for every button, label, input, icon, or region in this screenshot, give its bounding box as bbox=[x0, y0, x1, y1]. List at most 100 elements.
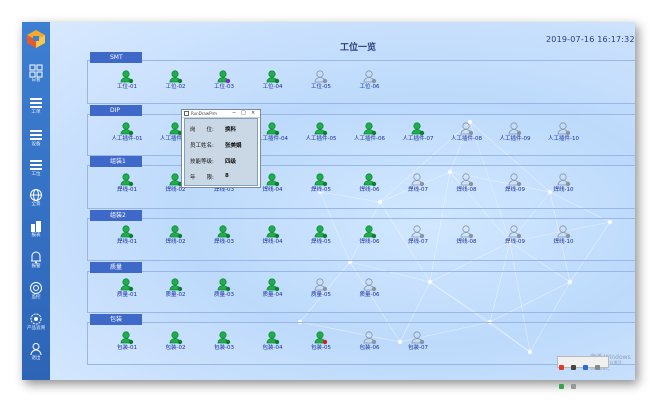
ime-mode-icon[interactable] bbox=[571, 365, 577, 370]
station-green[interactable]: 人工插件-01 bbox=[101, 122, 153, 144]
sidebar-item-5[interactable]: 全景 bbox=[22, 186, 50, 216]
employee-info-popup[interactable]: RunDrawPrm − □ × 岗 位: 换料 员工姓名: 张美娟 技能等级: 四级年 … bbox=[181, 109, 261, 188]
worker-status-icon bbox=[169, 225, 182, 239]
worker-status-icon bbox=[266, 225, 279, 239]
worker-status-icon bbox=[363, 331, 376, 345]
list-icon bbox=[30, 160, 42, 170]
station-green[interactable]: 工位-01 bbox=[101, 70, 153, 92]
target-icon bbox=[30, 282, 42, 294]
station-grey[interactable]: 焊线-07 bbox=[392, 173, 444, 195]
station-green[interactable]: 工位-02 bbox=[150, 70, 202, 92]
maximize-icon[interactable]: □ bbox=[241, 110, 246, 117]
station-grey[interactable]: 焊线-08 bbox=[441, 173, 493, 195]
station-grey[interactable]: 包装-07 bbox=[392, 331, 444, 353]
ime-keyboard-icon[interactable] bbox=[595, 365, 601, 370]
logo-icon bbox=[27, 30, 45, 48]
station-green[interactable]: 焊线-03 bbox=[198, 225, 250, 247]
worker-status-icon bbox=[460, 225, 473, 239]
station-label: 人工插件-07 bbox=[402, 136, 434, 142]
station-grey[interactable]: 包装-06 bbox=[344, 331, 396, 353]
sidebar-item-3[interactable]: 设备 bbox=[22, 126, 50, 156]
station-green[interactable]: 质量-03 bbox=[198, 278, 250, 300]
worker-status-icon bbox=[314, 173, 328, 187]
station-grey[interactable]: 质量-05 bbox=[295, 278, 347, 300]
station-green[interactable]: 焊线-01 bbox=[101, 225, 153, 247]
sidebar-item-8[interactable]: 监控 bbox=[22, 279, 50, 309]
ime-settings-icon[interactable] bbox=[571, 384, 577, 389]
worker-status-icon bbox=[314, 225, 328, 239]
ime-punct-icon[interactable] bbox=[583, 365, 589, 370]
station-green[interactable]: 焊线-05 bbox=[295, 173, 347, 195]
station-green[interactable]: 质量-01 bbox=[101, 278, 153, 300]
worker-status-icon bbox=[557, 225, 570, 239]
popup-titlebar[interactable]: RunDrawPrm − □ × bbox=[182, 110, 260, 118]
popup-field-label: 员工姓名: bbox=[190, 143, 214, 149]
sidebar-item-4[interactable]: 工位 bbox=[22, 156, 50, 186]
station-green[interactable]: 质量-02 bbox=[150, 278, 202, 300]
station-green[interactable]: 焊线-06 bbox=[344, 225, 396, 247]
station-green[interactable]: 包装-01 bbox=[101, 331, 153, 353]
popup-field-label: 技能等级: bbox=[190, 159, 214, 165]
station-grey[interactable]: 工位-06 bbox=[344, 70, 396, 92]
worker-status-icon bbox=[363, 225, 376, 239]
popup-field-value: 张美娟 bbox=[225, 143, 242, 149]
minimize-icon[interactable]: − bbox=[232, 110, 236, 117]
station-green[interactable]: 焊线-06 bbox=[344, 173, 396, 195]
station-label: 工位-05 bbox=[311, 84, 331, 90]
station-grey[interactable]: 焊线-09 bbox=[489, 173, 541, 195]
popup-body: 岗 位: 换料 员工姓名: 张美娟 技能等级: 四级年 限: 8 bbox=[184, 118, 258, 186]
station-green[interactable]: 焊线-04 bbox=[247, 225, 299, 247]
worker-status-icon bbox=[120, 70, 134, 84]
worker-status-icon bbox=[217, 225, 231, 239]
station-grey[interactable]: 焊线-09 bbox=[489, 225, 541, 247]
sidebar-item-2[interactable]: 工单 bbox=[22, 94, 50, 124]
sidebar-item-1[interactable]: 日看 bbox=[22, 62, 50, 92]
station-green[interactable]: 包装-04 bbox=[247, 331, 299, 353]
station-grey[interactable]: 人工插件-09 bbox=[489, 122, 541, 144]
station-label: 焊线-07 bbox=[408, 239, 428, 245]
station-green[interactable]: 焊线-05 bbox=[295, 225, 347, 247]
station-green[interactable]: 质量-04 bbox=[247, 278, 299, 300]
station-purple[interactable]: 工位-03 bbox=[198, 70, 250, 92]
station-grey[interactable]: 焊线-10 bbox=[538, 173, 590, 195]
station-grey[interactable]: 人工插件-08 bbox=[441, 122, 493, 144]
ime-skin-icon[interactable] bbox=[559, 384, 564, 389]
station-grey[interactable]: 工位-05 bbox=[295, 70, 347, 92]
settings-icon bbox=[30, 313, 42, 325]
station-green[interactable]: 焊线-01 bbox=[101, 173, 153, 195]
station-green[interactable]: 人工插件-06 bbox=[344, 122, 396, 144]
worker-status-icon bbox=[508, 173, 522, 187]
ime-logo-icon[interactable] bbox=[559, 365, 564, 370]
station-label: 人工插件-08 bbox=[451, 136, 482, 142]
sidebar-item-10[interactable]: 退出 bbox=[22, 340, 50, 370]
sidebar-item-label: 监控 bbox=[31, 295, 41, 300]
worker-status-icon bbox=[266, 70, 279, 84]
station-green[interactable]: 包装-03 bbox=[198, 331, 250, 353]
station-red[interactable]: 包装-05 bbox=[295, 331, 347, 353]
station-label: 焊线-10 bbox=[553, 239, 574, 245]
station-green[interactable]: 人工插件-07 bbox=[392, 122, 444, 144]
worker-status-icon bbox=[169, 331, 182, 345]
close-icon[interactable]: × bbox=[251, 110, 255, 117]
station-label: 质量-06 bbox=[359, 292, 380, 298]
sidebar-item-6[interactable]: 报表 bbox=[22, 217, 50, 247]
station-green[interactable]: 包装-02 bbox=[150, 331, 202, 353]
station-green[interactable]: 焊线-02 bbox=[150, 225, 202, 247]
ime-toolbar[interactable] bbox=[557, 356, 609, 389]
station-label: 人工插件-05 bbox=[305, 136, 337, 142]
sidebar-item-9[interactable]: 产品追溯 bbox=[22, 310, 50, 340]
sidebar-item-label: 退出 bbox=[31, 356, 41, 361]
station-grey[interactable]: 人工插件-10 bbox=[538, 122, 590, 144]
station-label: 包装-01 bbox=[117, 345, 137, 351]
station-label: 包装-06 bbox=[359, 345, 380, 351]
station-grey[interactable]: 焊线-07 bbox=[392, 225, 444, 247]
station-grey[interactable]: 焊线-08 bbox=[441, 225, 493, 247]
worker-status-icon bbox=[120, 278, 134, 292]
station-green[interactable]: 工位-04 bbox=[247, 70, 299, 92]
sidebar-item-7[interactable]: 报警 bbox=[22, 248, 50, 278]
section-label: 包装 bbox=[90, 314, 142, 325]
station-grey[interactable]: 质量-06 bbox=[344, 278, 396, 300]
station-green[interactable]: 人工插件-05 bbox=[295, 122, 347, 144]
station-grey[interactable]: 焊线-10 bbox=[538, 225, 590, 247]
worker-status-icon bbox=[217, 70, 231, 84]
